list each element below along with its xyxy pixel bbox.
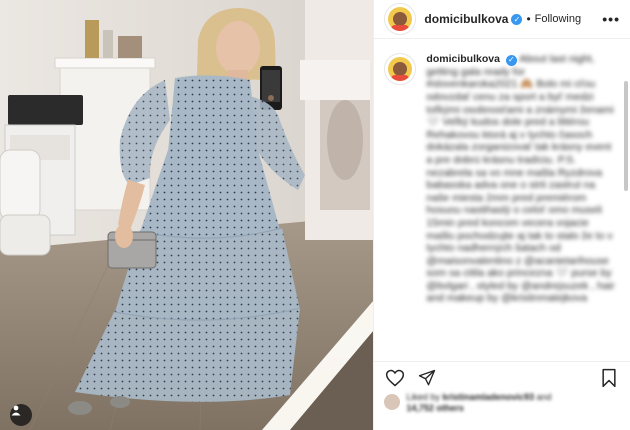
post-header: domicibulkova ✓ • Following ••• [374,0,630,39]
heart-icon[interactable] [384,367,406,389]
avatar[interactable] [384,3,417,35]
liker-avatar[interactable] [384,394,401,410]
header-separator: • [526,12,531,26]
caption-author[interactable]: domicibulkova [426,53,500,65]
instagram-post-modal: domicibulkova ✓ • Following ••• domicibu… [0,0,630,430]
verified-badge-icon: ✓ [511,13,523,25]
user-tag-icon[interactable] [10,404,32,426]
post-details-panel: domicibulkova ✓ • Following ••• domicibu… [373,0,630,430]
caption-text: About last night, getting gala ready for… [426,53,615,305]
likes-and: and [536,392,552,402]
comments-scrollbar[interactable] [624,81,628,191]
caption-body: domicibulkova ✓ About last night, gettin… [426,53,616,305]
likes-text[interactable]: Liked by kristinamladenovic93 and 14,752… [406,392,551,414]
mirror-selfie-image [0,0,374,430]
likes-summary: Liked by kristinamladenovic93 and 14,752… [374,390,630,430]
more-options-icon[interactable]: ••• [602,11,620,27]
post-photo[interactable] [0,0,374,430]
caption-avatar[interactable] [384,53,417,85]
likes-others-count[interactable]: 14,752 others [406,403,464,413]
bookmark-icon[interactable] [598,367,620,389]
caption-comment: domicibulkova ✓ About last night, gettin… [374,39,630,305]
likes-prefix: Liked by [406,392,440,402]
caption-verified-badge-icon: ✓ [505,54,517,66]
following-button[interactable]: Following [535,13,581,25]
comments-section[interactable]: domicibulkova ✓ About last night, gettin… [374,39,630,362]
liker-username[interactable]: kristinamladenovic93 [442,392,534,402]
author-username[interactable]: domicibulkova [424,12,508,26]
share-icon[interactable] [416,367,438,389]
